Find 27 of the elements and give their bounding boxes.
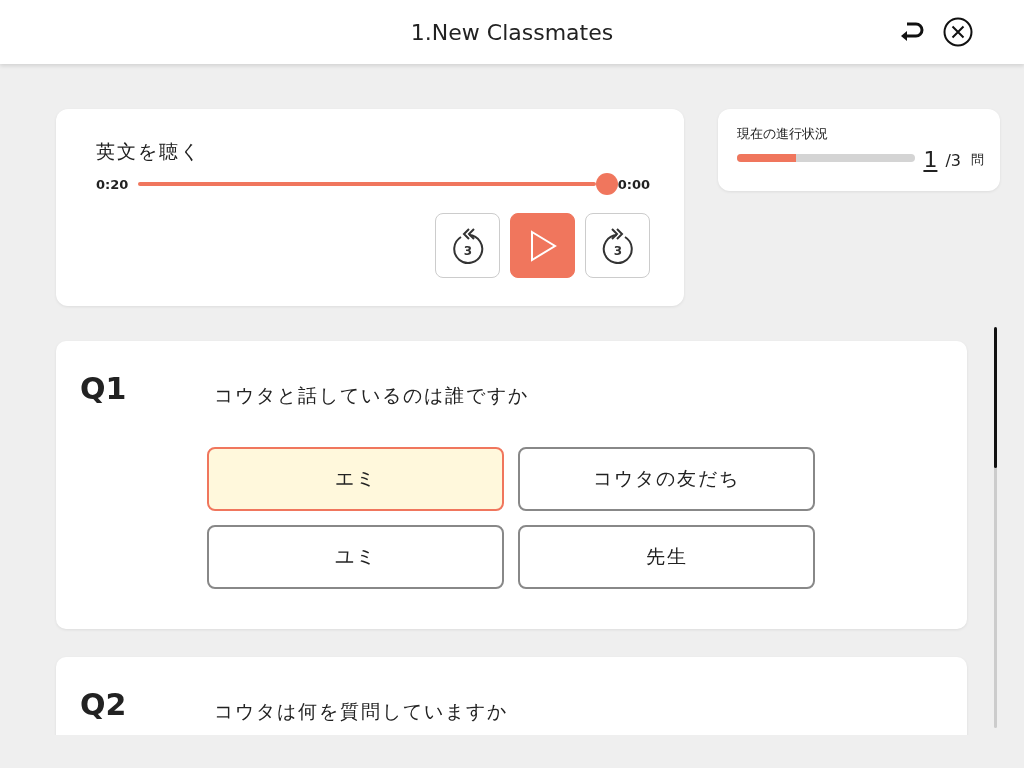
- rewind-button[interactable]: 3: [435, 213, 500, 278]
- question-number: Q1: [80, 371, 128, 406]
- question-text: コウタは何を質問していますか: [214, 699, 508, 724]
- forward-button[interactable]: 3: [585, 213, 650, 278]
- close-icon: [943, 17, 973, 47]
- slider-thumb[interactable]: [595, 173, 618, 195]
- play-icon: [528, 229, 557, 262]
- scrollbar[interactable]: [994, 327, 997, 728]
- current-question-number: 1: [923, 147, 938, 172]
- return-arrow-icon: [899, 21, 925, 43]
- remaining-time: 0:00: [617, 176, 650, 192]
- total-questions: /3: [945, 151, 961, 170]
- question-number: Q2: [80, 687, 128, 722]
- close-button[interactable]: [942, 16, 974, 48]
- page-title: 1.New Classmates: [410, 19, 614, 45]
- elapsed-time: 0:20: [96, 176, 129, 192]
- scrollbar-thumb[interactable]: [994, 327, 997, 468]
- progress-label: 現在の進行状況: [737, 125, 829, 143]
- audio-slider[interactable]: [138, 173, 618, 195]
- answer-option[interactable]: 先生: [518, 525, 815, 589]
- question-unit: 問: [971, 151, 984, 169]
- play-button[interactable]: [510, 213, 575, 278]
- answer-option[interactable]: ユミ: [207, 525, 504, 589]
- listen-heading: 英文を聴く: [96, 139, 202, 164]
- answer-option[interactable]: コウタの友だち: [518, 447, 815, 511]
- question-text: コウタと話しているのは誰ですか: [214, 383, 529, 408]
- answer-option[interactable]: エミ: [207, 447, 504, 511]
